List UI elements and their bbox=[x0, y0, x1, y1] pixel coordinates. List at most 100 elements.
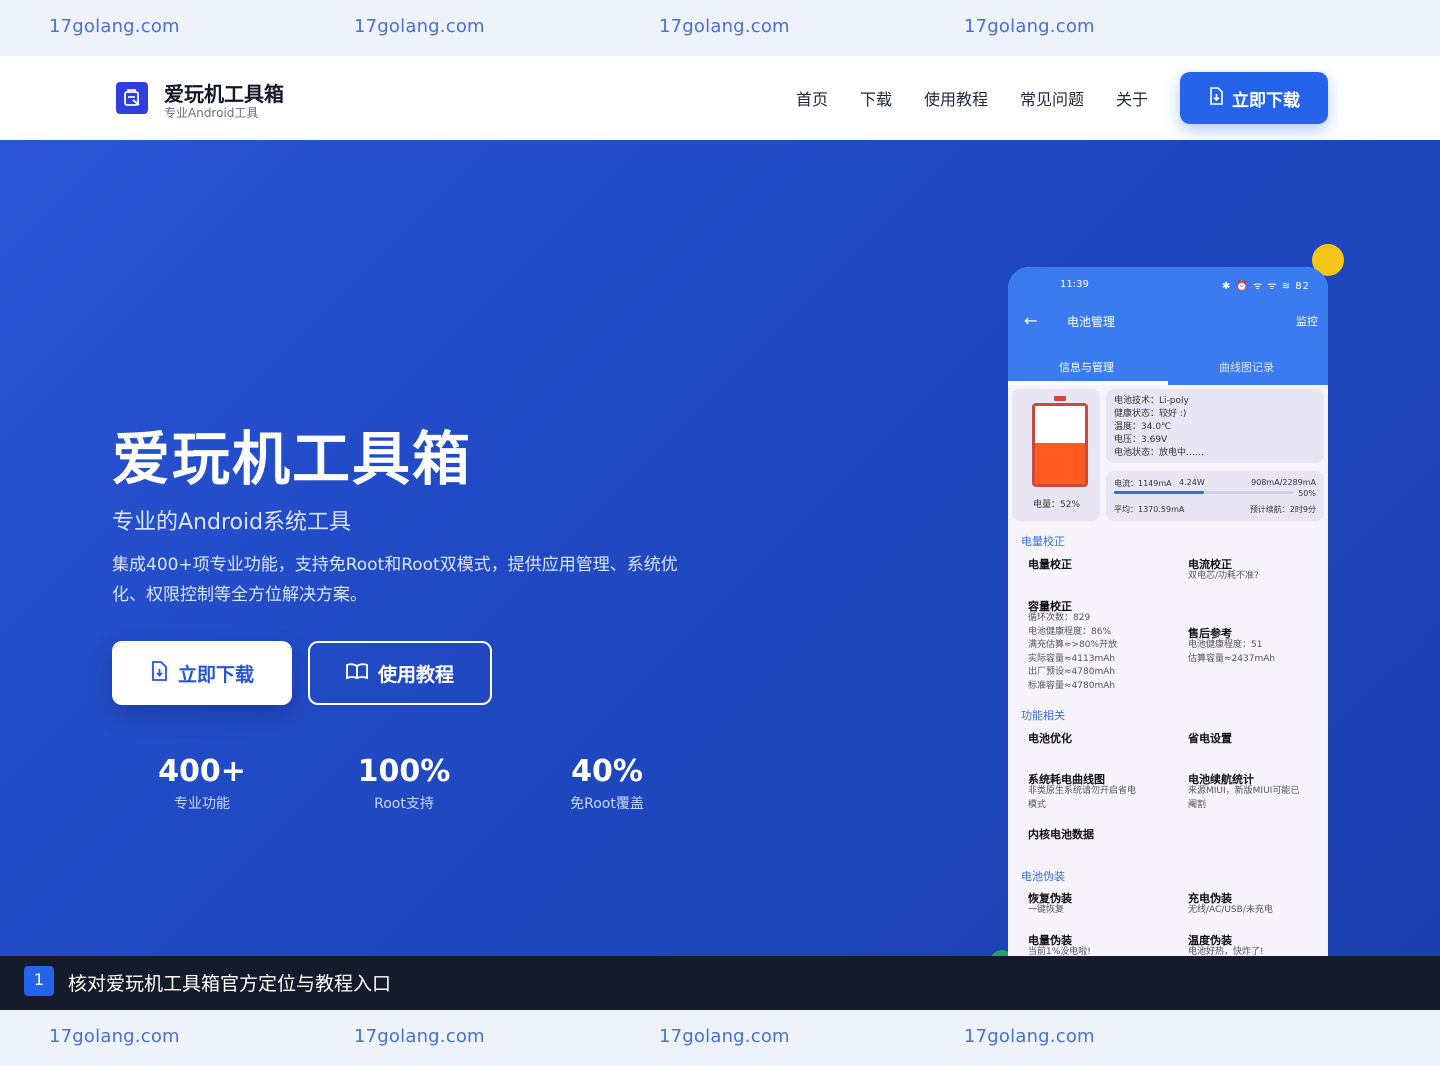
phone-item-sub-list: 来源MIUI，新版MIUI可能已 阉割 bbox=[1188, 785, 1299, 812]
phone-current-card: 电流：1149mA 4.24W 908mA/2289mA 50% 平均：1370… bbox=[1106, 471, 1324, 521]
phone-item-title: 省电设置 bbox=[1188, 732, 1232, 745]
battery-info-line: 电压：3.69V bbox=[1114, 435, 1168, 445]
phone-item-sub: 来源MIUI，新版MIUI可能已 bbox=[1188, 786, 1300, 796]
nav-link-about[interactable]: 关于 bbox=[1116, 86, 1148, 110]
hero-title: 爱玩机工具箱 bbox=[112, 425, 473, 493]
watermark-bar-bottom: 17golang.com 17golang.com 17golang.com 1… bbox=[0, 1010, 1440, 1066]
hero-download-label: 立即下载 bbox=[177, 663, 254, 686]
watermark-text: 17golang.com bbox=[964, 16, 1095, 37]
phone-item-title: 内核电池数据 bbox=[1028, 828, 1094, 841]
phone-app-header: 11:39 ✱ ⏰ ᯤ ᯤ ≋ 82 ← 电池管理 监控 信息与管理 曲线图记录 bbox=[1008, 267, 1328, 385]
battery-info-line: 电池状态：放电中…… bbox=[1114, 448, 1205, 458]
phone-item-sub-list: 电池健康程度：51 估算容量≈2437mAh bbox=[1188, 639, 1275, 666]
watermark-text: 17golang.com bbox=[659, 16, 790, 37]
phone-item-title: 电量校正 bbox=[1028, 558, 1072, 571]
top-navbar: 爱玩机工具箱 专业Android工具 首页 下载 使用教程 常见问题 关于 立即… bbox=[0, 56, 1440, 140]
phone-tab-indicator bbox=[1008, 381, 1168, 385]
phone-screenshot: 11:39 ✱ ⏰ ᯤ ᯤ ≋ 82 ← 电池管理 监控 信息与管理 曲线图记录… bbox=[1008, 267, 1328, 956]
phone-monitor-action: 监控 bbox=[1296, 315, 1318, 328]
nav-link-tutorial[interactable]: 使用教程 bbox=[924, 86, 988, 110]
phone-status-time: 11:39 bbox=[1060, 279, 1089, 290]
step-number-badge: 1 bbox=[24, 966, 54, 996]
phone-screen-title: 电池管理 bbox=[1067, 315, 1116, 329]
app-logo-icon[interactable] bbox=[116, 82, 148, 114]
phone-item-sub: 模式 bbox=[1028, 799, 1047, 810]
phone-section-heading: 电量校正 bbox=[1021, 535, 1065, 548]
phone-item-sub: 无线/AC/USB/未充电 bbox=[1188, 905, 1273, 915]
stat-label: Root支持 bbox=[374, 796, 434, 812]
nav-download-label: 立即下载 bbox=[1232, 90, 1300, 111]
watermark-text: 17golang.com bbox=[659, 1026, 790, 1047]
battery-level-label: 电量：52% bbox=[1033, 500, 1081, 510]
battery-info-line: 健康状态：较好 :) bbox=[1114, 409, 1187, 419]
battery-info-line: 温度：34.0℃ bbox=[1114, 422, 1172, 432]
phone-item-sub: 满充估算≈>80%开放 bbox=[1028, 640, 1118, 650]
watermark-text: 17golang.com bbox=[49, 1026, 180, 1047]
stat-value: 100% bbox=[357, 754, 451, 789]
download-file-icon bbox=[1208, 87, 1224, 109]
stat-label: 免Root覆盖 bbox=[570, 796, 644, 812]
nav-link-faq[interactable]: 常见问题 bbox=[1020, 86, 1084, 110]
phone-tab-chart: 曲线图记录 bbox=[1219, 361, 1274, 374]
stat-noroot-coverage: 40% 免Root覆盖 bbox=[517, 754, 697, 813]
watermark-text: 17golang.com bbox=[49, 16, 180, 37]
phone-section-heading: 电池伪装 bbox=[1021, 870, 1065, 883]
phone-item-sub: 电池好热，快炸了! bbox=[1188, 947, 1264, 956]
phone-item-sub: 循环次数：829 bbox=[1028, 613, 1091, 623]
phone-item-sub: 当前1%没电啦! bbox=[1028, 947, 1091, 956]
phone-item-sub: 估算容量≈2437mAh bbox=[1188, 653, 1276, 664]
phone-section-heading: 功能相关 bbox=[1021, 709, 1065, 722]
back-arrow-icon: ← bbox=[1024, 311, 1038, 330]
brand-title[interactable]: 爱玩机工具箱 bbox=[164, 78, 284, 107]
watermark-text: 17golang.com bbox=[354, 1026, 485, 1047]
power-value: 4.24W bbox=[1179, 478, 1205, 487]
stat-root-support: 100% Root支持 bbox=[314, 754, 494, 813]
phone-battery-card: 电量：52% bbox=[1012, 389, 1100, 521]
phone-item-sub: 出厂预设≈4780mAh bbox=[1028, 667, 1116, 677]
hero-tutorial-button[interactable]: 使用教程 bbox=[308, 641, 492, 705]
phone-item-title: 电池优化 bbox=[1028, 732, 1072, 745]
phone-status-icons: ✱ ⏰ ᯤ ᯤ ≋ 82 bbox=[1221, 281, 1310, 292]
nav-download-button[interactable]: 立即下载 bbox=[1180, 72, 1328, 124]
capacity-now: 908mA/2289mA bbox=[1251, 478, 1316, 487]
battery-info-line: 电池技术：Li-poly bbox=[1114, 396, 1189, 406]
phone-item-sub: 一键恢复 bbox=[1028, 905, 1065, 915]
nav-link-download[interactable]: 下载 bbox=[860, 86, 892, 110]
average-current: 平均：1370.59mA bbox=[1114, 505, 1185, 514]
hero-download-button[interactable]: 立即下载 bbox=[112, 641, 292, 705]
book-open-icon bbox=[346, 662, 368, 684]
stat-features: 400+ 专业功能 bbox=[112, 754, 292, 813]
current-value: 电流：1149mA bbox=[1114, 479, 1172, 488]
current-progress-track bbox=[1114, 491, 1294, 494]
phone-item-sub: 阉割 bbox=[1188, 799, 1207, 810]
capacity-percent: 50% bbox=[1298, 489, 1316, 498]
watermark-text: 17golang.com bbox=[354, 16, 485, 37]
battery-info-list: 电池技术：Li-poly 健康状态：较好 :) 温度：34.0℃ 电压：3.69… bbox=[1114, 395, 1204, 460]
phone-item-sub: 实际容量≈4113mAh bbox=[1028, 653, 1116, 664]
step-banner: 1 核对爱玩机工具箱官方定位与教程入口 bbox=[0, 956, 1440, 1010]
nav-link-home[interactable]: 首页 bbox=[796, 86, 828, 110]
battery-icon bbox=[1032, 403, 1088, 487]
hero-section: 爱玩机工具箱 专业的Android系统工具 集成400+项专业功能，支持免Roo… bbox=[0, 140, 1440, 956]
stat-label: 专业功能 bbox=[174, 796, 230, 812]
current-progress-fill bbox=[1114, 491, 1204, 494]
step-banner-text: 核对爱玩机工具箱官方定位与教程入口 bbox=[68, 973, 392, 995]
watermark-text: 17golang.com bbox=[964, 1026, 1095, 1047]
watermark-bar-top: 17golang.com 17golang.com 17golang.com 1… bbox=[0, 0, 1440, 56]
stat-value: 40% bbox=[571, 754, 643, 789]
hero-description: 集成400+项专业功能，支持免Root和Root双模式，提供应用管理、系统优化、… bbox=[112, 555, 678, 605]
phone-item-sub-list: 非类原生系统请勿开启省电 模式 bbox=[1028, 785, 1136, 812]
phone-tab-info: 信息与管理 bbox=[1059, 361, 1114, 374]
battery-cap bbox=[1054, 396, 1066, 401]
battery-level-fill bbox=[1035, 443, 1085, 484]
estimated-runtime: 预计续航：2时9分 bbox=[1249, 505, 1316, 514]
phone-item-sub: 标准容量≈4780mAh bbox=[1028, 680, 1116, 691]
phone-item-sub-list: 循环次数：829 电池健康程度：86% 满充估算≈>80%开放 实际容量≈411… bbox=[1028, 612, 1117, 693]
phone-item-sub: 电池健康程度：51 bbox=[1188, 640, 1263, 650]
hero-subtitle: 专业的Android系统工具 bbox=[112, 510, 352, 535]
phone-item-sub: 双电芯/功耗不准? bbox=[1188, 571, 1259, 581]
phone-battery-info-card: 电池技术：Li-poly 健康状态：较好 :) 温度：34.0℃ 电压：3.69… bbox=[1106, 389, 1324, 463]
phone-item-sub: 电池健康程度：86% bbox=[1028, 626, 1112, 637]
download-file-icon bbox=[150, 661, 168, 685]
stat-value: 400+ bbox=[158, 754, 246, 789]
